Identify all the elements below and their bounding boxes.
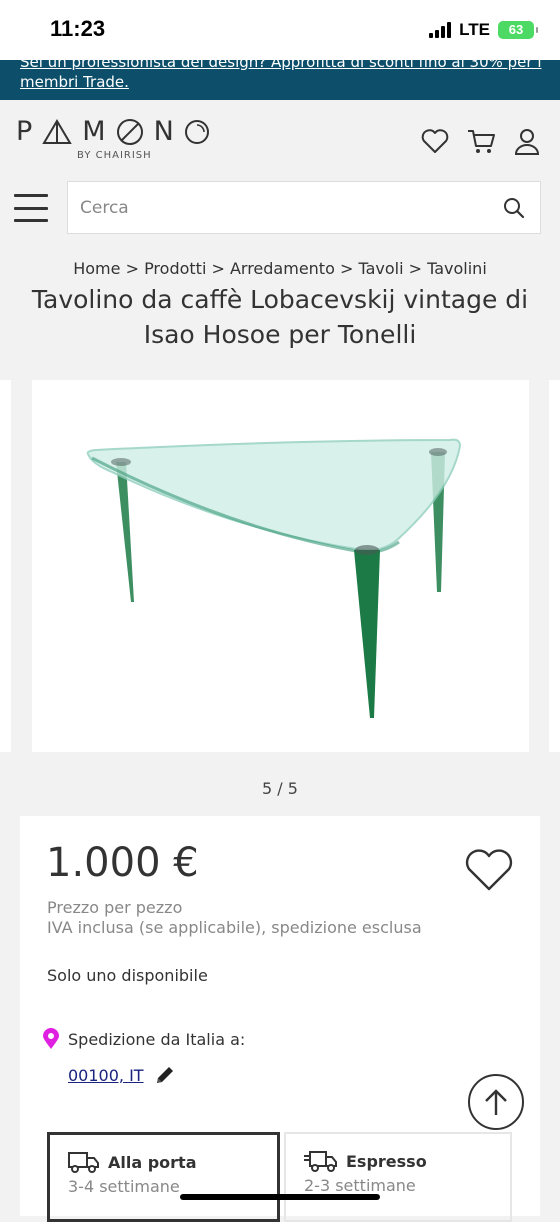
search-input[interactable] xyxy=(80,182,480,233)
logo-letter: M xyxy=(82,116,106,147)
shipping-origin: Spedizione da Italia a: xyxy=(42,1028,245,1050)
search-row xyxy=(0,180,560,236)
price-details: Prezzo per pezzo IVA inclusa (se applica… xyxy=(47,898,422,938)
pamono-logo[interactable]: P M N xyxy=(16,116,210,147)
shipping-destination[interactable]: 00100, IT xyxy=(68,1064,176,1086)
logo-o-icon xyxy=(116,118,143,145)
price-unit: Prezzo per pezzo xyxy=(47,898,183,917)
signal-icon xyxy=(429,22,452,38)
shipping-option-express[interactable]: Espresso 2-3 settimane xyxy=(284,1132,512,1222)
search-icon[interactable] xyxy=(502,196,526,220)
shipping-option-time: 2-3 settimane xyxy=(304,1176,416,1195)
status-time: 11:23 xyxy=(50,16,106,41)
gallery-prev-image[interactable] xyxy=(0,380,11,752)
heart-icon[interactable] xyxy=(420,126,450,156)
battery-icon: 63 xyxy=(498,21,538,39)
fast-truck-icon xyxy=(304,1151,337,1172)
favorite-heart-icon[interactable] xyxy=(464,848,514,896)
logo-subtitle: BY CHAIRISH xyxy=(77,150,152,161)
shipping-option-label: Espresso xyxy=(346,1151,427,1171)
image-gallery[interactable] xyxy=(0,380,560,752)
promo-link[interactable]: Sei un professionista del design? Approf… xyxy=(20,60,550,92)
breadcrumb[interactable]: Home > Prodotti > Arredamento > Tavoli >… xyxy=(0,259,560,278)
header-actions xyxy=(420,126,542,156)
image-counter: 5 / 5 xyxy=(262,779,298,798)
location-pin-icon xyxy=(43,1028,59,1049)
shipping-option-label: Alla porta xyxy=(108,1152,197,1172)
availability: Solo uno disponibile xyxy=(47,966,208,985)
product-title: Tavolino da caffè Lobacevskij vintage di… xyxy=(31,285,529,349)
price: 1.000 € xyxy=(46,840,199,886)
scroll-to-top-button[interactable] xyxy=(468,1074,524,1130)
shipping-option-header: Alla porta xyxy=(68,1151,197,1173)
shipping-option-header: Espresso xyxy=(304,1150,427,1172)
site-header: P M N BY CHAIRISH xyxy=(0,100,560,170)
product-image[interactable] xyxy=(32,380,529,752)
shipping-from-label: Spedizione da Italia a: xyxy=(68,1029,246,1049)
shipping-option-time: 3-4 settimane xyxy=(68,1177,180,1196)
logo-letter: N xyxy=(153,116,174,147)
zip-code-link[interactable]: 00100, IT xyxy=(68,1066,144,1085)
gallery-next-image[interactable] xyxy=(549,380,560,752)
logo-a-icon xyxy=(42,118,73,144)
promo-banner[interactable]: Sei un professionista del design? Approf… xyxy=(0,60,560,100)
pencil-icon[interactable] xyxy=(154,1064,176,1086)
truck-icon xyxy=(68,1152,99,1173)
glass-table-illustration xyxy=(86,438,462,718)
user-icon[interactable] xyxy=(512,126,542,156)
arrow-up-icon xyxy=(485,1089,507,1115)
shipping-option-door[interactable]: Alla porta 3-4 settimane xyxy=(47,1132,280,1222)
cart-icon[interactable] xyxy=(466,126,496,156)
network-label: LTE xyxy=(459,20,490,39)
hamburger-menu-icon[interactable] xyxy=(14,194,48,222)
search-box[interactable] xyxy=(67,181,541,234)
home-indicator[interactable] xyxy=(180,1194,380,1200)
vat-note: IVA inclusa (se applicabile), spedizione… xyxy=(47,918,422,937)
status-bar: 11:23 LTE 63 xyxy=(0,0,560,60)
logo-o2-icon xyxy=(184,119,209,144)
logo-letter: P xyxy=(16,116,33,147)
purchase-card: 1.000 € Prezzo per pezzo IVA inclusa (se… xyxy=(20,816,540,1222)
status-indicators: LTE 63 xyxy=(429,20,538,40)
